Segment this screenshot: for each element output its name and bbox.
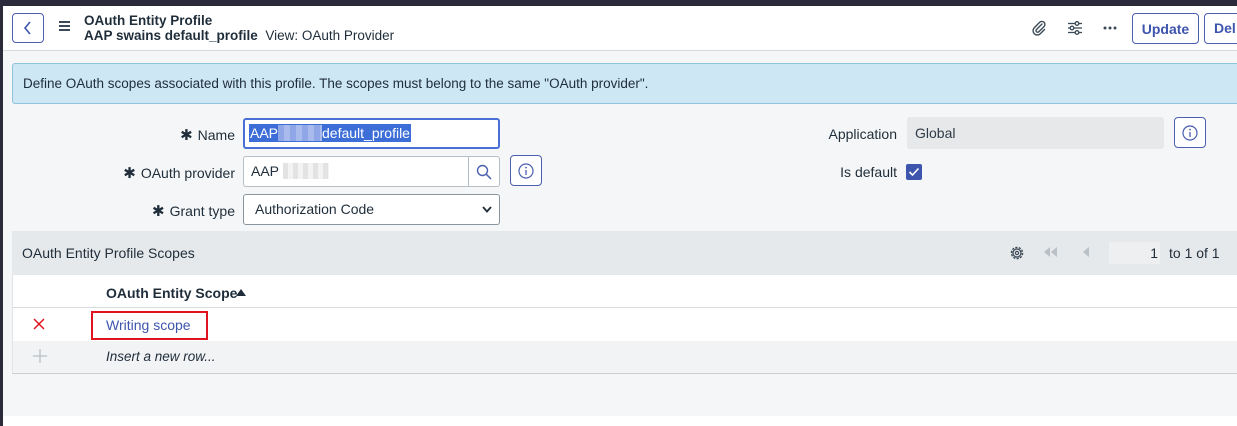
- application-info-button[interactable]: [1174, 117, 1206, 148]
- redacted-text: [282, 163, 329, 179]
- required-asterisk-icon: ✱: [152, 203, 165, 220]
- grant-type-label: ✱ Grant type: [152, 203, 235, 220]
- attachment-button[interactable]: [1029, 18, 1049, 38]
- info-icon: [518, 162, 534, 179]
- page-title: OAuth Entity Profile: [84, 13, 213, 28]
- gear-icon: [1010, 246, 1024, 260]
- related-list-title: OAuth Entity Profile Scopes: [22, 245, 195, 261]
- grant-type-select[interactable]: Authorization Code: [243, 194, 500, 225]
- required-asterisk-icon: ✱: [123, 165, 136, 182]
- name-label: ✱ Name: [180, 127, 235, 144]
- related-list-header: OAuth Entity Profile Scopes 1 to 1 of 1: [12, 231, 1237, 275]
- table-row: Writing scope: [13, 309, 1237, 341]
- form-page: OAuth Entity Profile AAP swains default_…: [3, 6, 1237, 426]
- application-label: Application: [828, 126, 898, 142]
- first-page-icon[interactable]: [1044, 247, 1058, 257]
- checkmark-icon: [908, 167, 920, 177]
- back-button[interactable]: [12, 13, 44, 43]
- page-number-input[interactable]: 1: [1109, 242, 1160, 264]
- name-field[interactable]: AAP default_profile: [243, 118, 500, 149]
- prev-page-icon[interactable]: [1083, 247, 1090, 257]
- header-titles: OAuth Entity Profile AAP swains default_…: [84, 13, 394, 43]
- banner-text: Define OAuth scopes associated with this…: [23, 76, 649, 91]
- hamburger-menu-icon[interactable]: [59, 21, 70, 31]
- name-value-prefix: AAP: [250, 125, 279, 141]
- column-header-oauth-entity-scope[interactable]: OAuth Entity Scope: [106, 285, 237, 301]
- sort-ascending-icon[interactable]: [236, 289, 246, 296]
- footer-bar: [3, 416, 1237, 426]
- scope-link[interactable]: Writing scope: [91, 311, 208, 340]
- oauth-provider-info-button[interactable]: [510, 155, 542, 186]
- record-name: AAP swains default_profile: [84, 28, 258, 43]
- chevron-left-icon: [23, 21, 31, 35]
- required-asterisk-icon: ✱: [180, 127, 193, 144]
- oauth-provider-field[interactable]: AAP: [243, 156, 469, 187]
- sliders-icon: [1068, 21, 1082, 35]
- chevron-down-icon: [482, 206, 492, 213]
- more-options-button[interactable]: [1100, 18, 1120, 38]
- list-settings-button[interactable]: [1007, 243, 1027, 263]
- scopes-table: OAuth Entity Scope Writing scope Insert …: [12, 275, 1237, 374]
- oauth-provider-label: ✱ OAuth provider: [123, 165, 235, 182]
- is-default-checkbox[interactable]: [906, 164, 922, 180]
- view-label: View: OAuth Provider: [265, 28, 395, 43]
- is-default-label: Is default: [840, 164, 897, 180]
- application-field: Global: [907, 117, 1164, 149]
- insert-new-row-link[interactable]: Insert a new row...: [106, 349, 216, 364]
- add-plus-icon[interactable]: [33, 349, 47, 363]
- paperclip-icon: [1032, 20, 1046, 36]
- redacted-text: [278, 125, 323, 141]
- update-button[interactable]: Update: [1132, 13, 1199, 44]
- record-count: to 1 of 1: [1169, 245, 1220, 261]
- personalize-form-button[interactable]: [1065, 18, 1085, 38]
- oauth-provider-value: AAP: [251, 163, 280, 179]
- delete-x-icon[interactable]: [33, 318, 45, 330]
- info-banner: Define OAuth scopes associated with this…: [12, 63, 1237, 104]
- name-value-suffix: default_profile: [322, 125, 410, 141]
- more-icon: [1103, 26, 1117, 30]
- search-icon: [476, 164, 492, 180]
- delete-button[interactable]: Del: [1204, 13, 1237, 44]
- insert-row: Insert a new row...: [13, 341, 1237, 373]
- grant-type-value: Authorization Code: [255, 201, 375, 217]
- table-header-row: OAuth Entity Scope: [13, 275, 1237, 308]
- application-value: Global: [915, 125, 956, 141]
- oauth-provider-lookup-button[interactable]: [468, 156, 500, 187]
- info-icon: [1182, 124, 1198, 141]
- form-header: OAuth Entity Profile AAP swains default_…: [3, 6, 1237, 51]
